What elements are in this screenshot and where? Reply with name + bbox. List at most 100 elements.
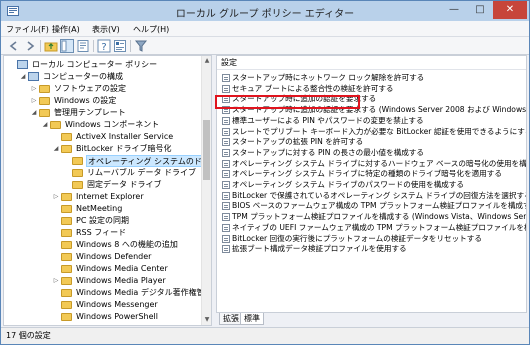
policy-setting-icon: [222, 191, 230, 200]
folder-icon: [72, 181, 83, 189]
toolbar-separator: [40, 40, 41, 52]
tree-item[interactable]: PC 設定の同期: [4, 215, 199, 227]
policy-setting-icon: [222, 159, 230, 168]
policy-setting-icon: [222, 223, 230, 232]
tree-item-label: 管理用テンプレート: [54, 108, 126, 117]
policy-row[interactable]: オペレーティング システム ドライブのパスワードの使用を構成する: [217, 180, 526, 191]
folder-icon: [61, 277, 72, 285]
tree-item-label: BitLocker ドライブ暗号化: [76, 144, 172, 153]
policy-row[interactable]: スレートでプリブート キーボード入力が必要な BitLocker 認証を使用でき…: [217, 127, 526, 138]
properties-icon[interactable]: [113, 39, 127, 53]
folder-icon: [61, 265, 72, 273]
policy-name: オペレーティング システム ドライブに特定の種類のドライブ暗号化を適用する: [232, 169, 502, 179]
policy-row[interactable]: TPM プラットフォーム検証プロファイルを構成する (Windows Vista…: [217, 212, 526, 223]
close-button[interactable]: ✕: [493, 1, 527, 19]
up-folder-icon[interactable]: [44, 39, 58, 53]
tree-scrollbar[interactable]: ▲ ▼: [201, 56, 211, 325]
tree-item[interactable]: ▷ Windows の設定: [4, 95, 199, 107]
tree-item[interactable]: ▷ Internet Explorer: [4, 191, 199, 203]
policy-row[interactable]: スタートアップの拡張 PIN を許可する: [217, 137, 526, 148]
scroll-up-arrow-icon[interactable]: ▲: [202, 56, 211, 66]
folder-icon: [72, 157, 83, 165]
tree-item[interactable]: Windows PowerShell: [4, 311, 199, 323]
policy-name: スタートアップ時にネットワーク ロック解除を許可する: [232, 73, 425, 82]
menu-file[interactable]: ファイル(F): [6, 24, 49, 35]
policy-setting-icon: [222, 74, 230, 82]
expanded-arrow-icon[interactable]: ◢: [52, 143, 60, 155]
expanded-arrow-icon[interactable]: ◢: [30, 107, 38, 119]
policy-name: スタートアップの拡張 PIN を許可する: [232, 137, 364, 147]
policy-row[interactable]: 標準ユーザーによる PIN やパスワードの変更を禁止する: [217, 116, 526, 127]
policy-row[interactable]: オペレーティング システム ドライブに対するハードウェア ベースの暗号化の使用を…: [217, 159, 526, 170]
tree-item[interactable]: ローカル コンピューター ポリシー: [4, 59, 199, 71]
computer-icon: [28, 72, 39, 81]
menu-view[interactable]: 表示(V): [92, 24, 120, 35]
policy-row[interactable]: ネイティブの UEFI ファームウェア構成の TPM プラットフォーム検証プロフ…: [217, 223, 526, 234]
collapsed-arrow-icon[interactable]: ▷: [52, 191, 60, 203]
scroll-down-arrow-icon[interactable]: ▼: [202, 315, 211, 325]
collapsed-arrow-icon[interactable]: ▷: [52, 275, 60, 287]
expanded-arrow-icon[interactable]: ◢: [41, 119, 49, 131]
toolbar: ?: [1, 37, 529, 55]
column-header-setting[interactable]: 設定: [217, 56, 526, 70]
window: ローカル グループ ポリシー エディター — □ ✕ ファイル(F) 操作(A)…: [0, 0, 530, 345]
collapsed-arrow-icon[interactable]: ▷: [30, 95, 38, 107]
title-bar[interactable]: ローカル グループ ポリシー エディター — □ ✕: [1, 1, 529, 21]
tree-item-label: リムーバブル データ ドライブ: [87, 168, 197, 177]
policy-row[interactable]: 拡張ブート構成データ検証プロファイルを使用する: [217, 244, 526, 255]
tree-item-label: コンピューターの構成: [43, 72, 123, 81]
maximize-button[interactable]: □: [467, 1, 493, 19]
tree-item[interactable]: Windows Media デジタル著作権管理: [4, 287, 211, 299]
folder-icon: [61, 289, 72, 297]
policy-name: オペレーティング システム ドライブのパスワードの使用を構成する: [232, 180, 464, 189]
collapsed-arrow-icon[interactable]: ▷: [30, 83, 38, 95]
tree-item[interactable]: ◢ コンピューターの構成: [4, 71, 199, 83]
scrollbar-thumb[interactable]: [203, 120, 210, 180]
tree-item[interactable]: Windows 8 への機能の追加: [4, 239, 199, 251]
tree-item[interactable]: ▷ ソフトウェアの設定: [4, 83, 199, 95]
policy-setting-icon: [222, 202, 230, 211]
policy-row[interactable]: BitLocker で保護されているオペレーティング システム ドライブの回復方…: [217, 191, 526, 202]
tree-item-label: PC 設定の同期: [76, 216, 129, 225]
tree-item[interactable]: 固定データ ドライブ: [4, 179, 199, 191]
policy-row[interactable]: BIOS ベースのファームウェア構成の TPM プラットフォーム検証プロファイル…: [217, 201, 526, 212]
tree-item[interactable]: ActiveX Installer Service: [4, 131, 199, 143]
policy-setting-icon: [222, 181, 230, 189]
tree-item[interactable]: Windows Defender: [4, 251, 199, 263]
folder-icon: [61, 133, 72, 141]
policy-name: セキュア ブートによる整合性の検証を許可する: [232, 83, 394, 93]
policy-row[interactable]: セキュア ブートによる整合性の検証を許可する: [217, 84, 526, 95]
filter-icon[interactable]: [134, 39, 148, 53]
tree-item[interactable]: Windows Media Center: [4, 263, 199, 275]
tab-standard[interactable]: 標準: [240, 313, 264, 325]
tree-item[interactable]: オペレーティング システムのドライブ: [4, 155, 211, 167]
show-hide-tree-icon[interactable]: [60, 39, 74, 53]
tree-item[interactable]: RSS フィード: [4, 227, 199, 239]
tree-item[interactable]: Windows Messenger: [4, 299, 199, 311]
tree-item[interactable]: ◢ BitLocker ドライブ暗号化: [4, 143, 199, 155]
menu-help[interactable]: ヘルプ(H): [133, 24, 169, 35]
expanded-arrow-icon[interactable]: ◢: [19, 71, 27, 83]
forward-icon[interactable]: [23, 39, 37, 53]
back-icon[interactable]: [7, 39, 21, 53]
tree-item[interactable]: ◢ 管理用テンプレート: [4, 107, 199, 119]
help-icon[interactable]: ?: [97, 39, 111, 53]
policy-row[interactable]: オペレーティング システム ドライブに特定の種類のドライブ暗号化を適用する: [217, 169, 526, 180]
export-list-icon[interactable]: [76, 39, 90, 53]
policy-row[interactable]: スタートアップ時にネットワーク ロック解除を許可する: [217, 73, 526, 84]
tree-item[interactable]: ◢ Windows コンポーネント: [4, 119, 199, 131]
policy-name: BitLocker 回復の実行後にプラットフォームの検証データをリセットする: [232, 233, 482, 243]
tree-item-label: Internet Explorer: [76, 192, 144, 201]
tree-item[interactable]: リムーバブル データ ドライブ: [4, 167, 199, 179]
minimize-button[interactable]: —: [441, 1, 467, 19]
tree-item-label: Windows Media デジタル著作権管理: [76, 288, 212, 297]
menu-action[interactable]: 操作(A): [52, 24, 80, 35]
policy-row[interactable]: BitLocker 回復の実行後にプラットフォームの検証データをリセットする: [217, 234, 526, 245]
tree-item-label: RSS フィード: [76, 228, 127, 237]
tree-item[interactable]: ▷ Windows Media Player: [4, 275, 199, 287]
policy-row[interactable]: スタートアップに対する PIN の長さの最小値を構成する: [217, 148, 526, 159]
policy-name: ネイティブの UEFI ファームウェア構成の TPM プラットフォーム検証プロフ…: [232, 222, 527, 232]
tree-item[interactable]: NetMeeting: [4, 203, 199, 215]
policy-setting-icon: [222, 138, 230, 147]
menu-bar: ファイル(F) 操作(A) 表示(V) ヘルプ(H): [1, 21, 529, 37]
